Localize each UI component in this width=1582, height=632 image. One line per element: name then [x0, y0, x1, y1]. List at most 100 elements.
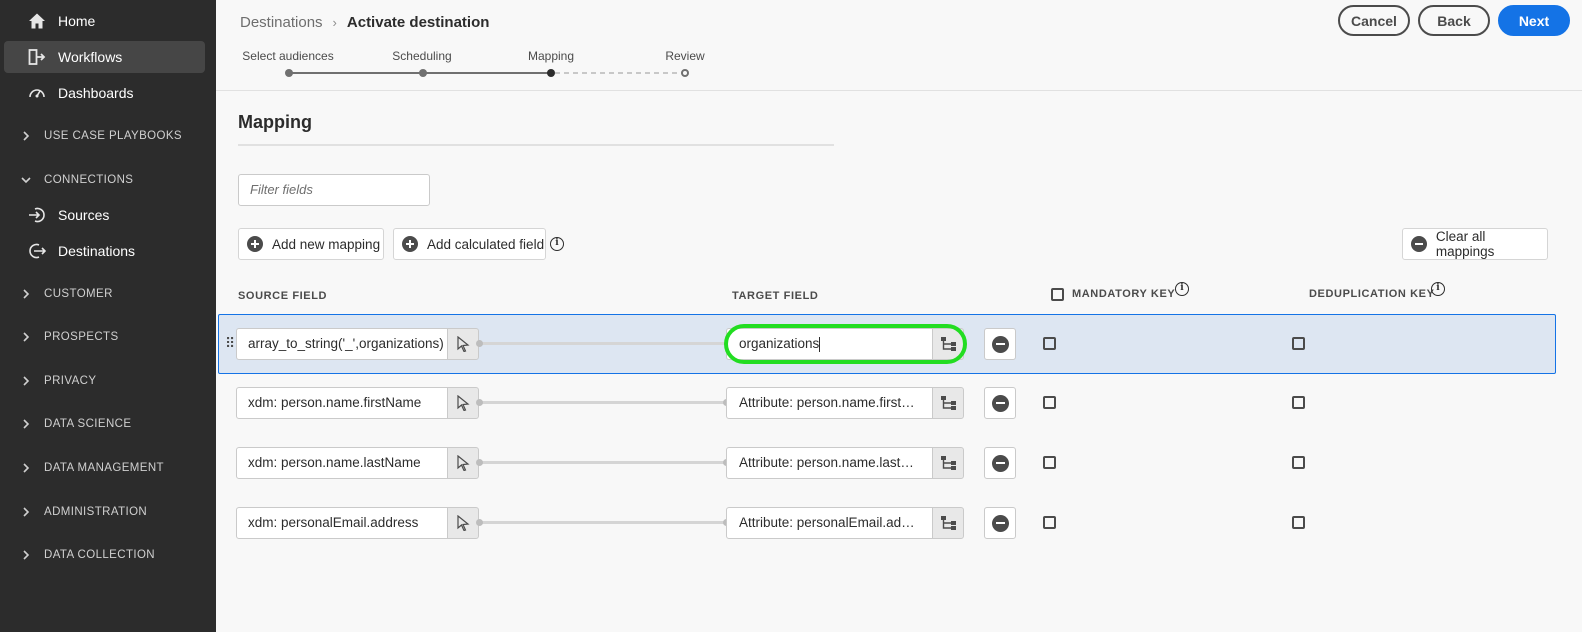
section-use-case-playbooks[interactable]: USE CASE PLAYBOOKS: [4, 122, 205, 150]
page-header: Destinations › Activate destination Canc…: [216, 0, 1582, 91]
cursor-select-icon: [457, 515, 470, 531]
dashboard-icon: [26, 82, 48, 104]
info-icon[interactable]: i: [1431, 282, 1445, 296]
target-field-input[interactable]: Attribute: personalEmail.address: [726, 507, 934, 539]
cursor-select-icon: [457, 395, 470, 411]
sidebar-item-dashboards[interactable]: Dashboards: [4, 77, 205, 109]
section-prospects[interactable]: PROSPECTS: [4, 323, 205, 351]
add-circle-icon: [247, 236, 263, 252]
workflow-icon: [26, 46, 48, 68]
chevron-right-icon: [20, 130, 32, 142]
button-label: Add new mapping: [272, 236, 381, 252]
deduplication-key-checkbox[interactable]: [1292, 337, 1305, 350]
section-data-management[interactable]: DATA MANAGEMENT: [4, 454, 205, 482]
column-header-target: TARGET FIELD: [732, 290, 819, 302]
step-dot-complete: [419, 69, 427, 77]
source-field-input[interactable]: xdm: personalEmail.address: [236, 507, 448, 539]
source-picker-button[interactable]: [447, 328, 479, 360]
mandatory-key-checkbox[interactable]: [1043, 516, 1056, 529]
remove-mapping-button[interactable]: [984, 447, 1016, 479]
remove-mapping-button[interactable]: [984, 387, 1016, 419]
deduplication-key-checkbox[interactable]: [1292, 516, 1305, 529]
clear-all-mappings-button[interactable]: Clear all mappings: [1402, 228, 1548, 260]
mandatory-key-checkbox[interactable]: [1043, 456, 1056, 469]
section-privacy[interactable]: PRIVACY: [4, 367, 205, 395]
info-icon[interactable]: i: [550, 237, 564, 251]
breadcrumb-separator-icon: ›: [332, 14, 337, 30]
remove-mapping-button[interactable]: [984, 507, 1016, 539]
target-picker-button[interactable]: [932, 328, 964, 360]
section-label: PROSPECTS: [44, 331, 119, 343]
step-dot-complete: [285, 69, 293, 77]
target-picker-button[interactable]: [932, 507, 964, 539]
mandatory-key-checkbox[interactable]: [1043, 396, 1056, 409]
schema-tree-icon: [940, 516, 956, 530]
schema-tree-icon: [940, 337, 956, 351]
section-label: DATA MANAGEMENT: [44, 462, 164, 474]
filter-fields-input[interactable]: Filter fields: [238, 174, 430, 206]
target-field-input[interactable]: Attribute: person.name.lastName: [726, 447, 934, 479]
sidebar-item-workflows[interactable]: Workflows: [4, 41, 205, 73]
connector-dot: [476, 459, 483, 466]
back-button[interactable]: Back: [1418, 5, 1490, 36]
button-label: Add calculated field: [427, 236, 545, 252]
source-picker-button[interactable]: [447, 507, 479, 539]
target-field-input[interactable]: Attribute: person.name.firstName: [726, 387, 934, 419]
chevron-right-icon: [20, 462, 32, 474]
mandatory-key-select-all-checkbox[interactable]: [1051, 288, 1064, 301]
deduplication-key-checkbox[interactable]: [1292, 396, 1305, 409]
section-data-science[interactable]: DATA SCIENCE: [4, 410, 205, 438]
divider: [238, 144, 834, 146]
stepper-track-pending: [555, 72, 685, 74]
mandatory-key-checkbox[interactable]: [1043, 337, 1056, 350]
remove-circle-icon: [991, 454, 1009, 472]
sidebar-item-destinations[interactable]: Destinations: [4, 235, 205, 267]
source-picker-button[interactable]: [447, 387, 479, 419]
chevron-right-icon: [20, 506, 32, 518]
source-field-input[interactable]: array_to_string('_',organizations): [236, 328, 448, 360]
section-label: CONNECTIONS: [44, 174, 134, 186]
target-picker-button[interactable]: [932, 447, 964, 479]
target-picker-button[interactable]: [932, 387, 964, 419]
mapping-connector: [478, 521, 728, 524]
destinations-icon: [26, 240, 48, 262]
next-button[interactable]: Next: [1498, 5, 1570, 36]
section-connections[interactable]: CONNECTIONS: [4, 166, 205, 194]
source-field-input[interactable]: xdm: person.name.lastName: [236, 447, 448, 479]
mapping-connector: [478, 342, 728, 345]
deduplication-key-checkbox[interactable]: [1292, 456, 1305, 469]
connector-dot: [476, 340, 483, 347]
page-title: Activate destination: [346, 13, 490, 31]
home-icon: [26, 10, 48, 32]
section-customer[interactable]: CUSTOMER: [4, 280, 205, 308]
sidebar-item-home[interactable]: Home: [4, 5, 205, 37]
step-label-mapping: Mapping: [527, 49, 575, 63]
source-field-input[interactable]: xdm: person.name.firstName: [236, 387, 448, 419]
step-label-review: Review: [665, 49, 705, 63]
sources-icon: [26, 204, 48, 226]
source-picker-button[interactable]: [447, 447, 479, 479]
sidebar-item-sources[interactable]: Sources: [4, 199, 205, 231]
sidebar-item-label: Dashboards: [58, 85, 134, 101]
step-label-select-audiences: Select audiences: [242, 49, 334, 63]
remove-mapping-button[interactable]: [984, 328, 1016, 360]
schema-tree-icon: [940, 456, 956, 470]
cancel-button[interactable]: Cancel: [1338, 5, 1410, 36]
mapping-connector: [478, 461, 728, 464]
add-calculated-field-button[interactable]: Add calculated field: [393, 228, 546, 260]
sidebar-item-label: Destinations: [58, 243, 136, 259]
add-circle-icon: [402, 236, 418, 252]
add-new-mapping-button[interactable]: Add new mapping: [238, 228, 384, 260]
section-label: USE CASE PLAYBOOKS: [44, 130, 183, 142]
sidebar-item-label: Workflows: [58, 49, 123, 65]
connector-dot: [476, 519, 483, 526]
section-administration[interactable]: ADMINISTRATION: [4, 498, 205, 526]
drag-handle-icon[interactable]: ⠿: [225, 335, 235, 352]
column-header-source: SOURCE FIELD: [238, 290, 328, 302]
target-field-input[interactable]: organizations: [726, 328, 934, 360]
sidebar-item-label: Home: [58, 13, 96, 29]
section-data-collection[interactable]: DATA COLLECTION: [4, 541, 205, 569]
chevron-right-icon: [20, 549, 32, 561]
breadcrumb-destinations[interactable]: Destinations: [240, 14, 323, 31]
info-icon[interactable]: i: [1175, 282, 1189, 296]
